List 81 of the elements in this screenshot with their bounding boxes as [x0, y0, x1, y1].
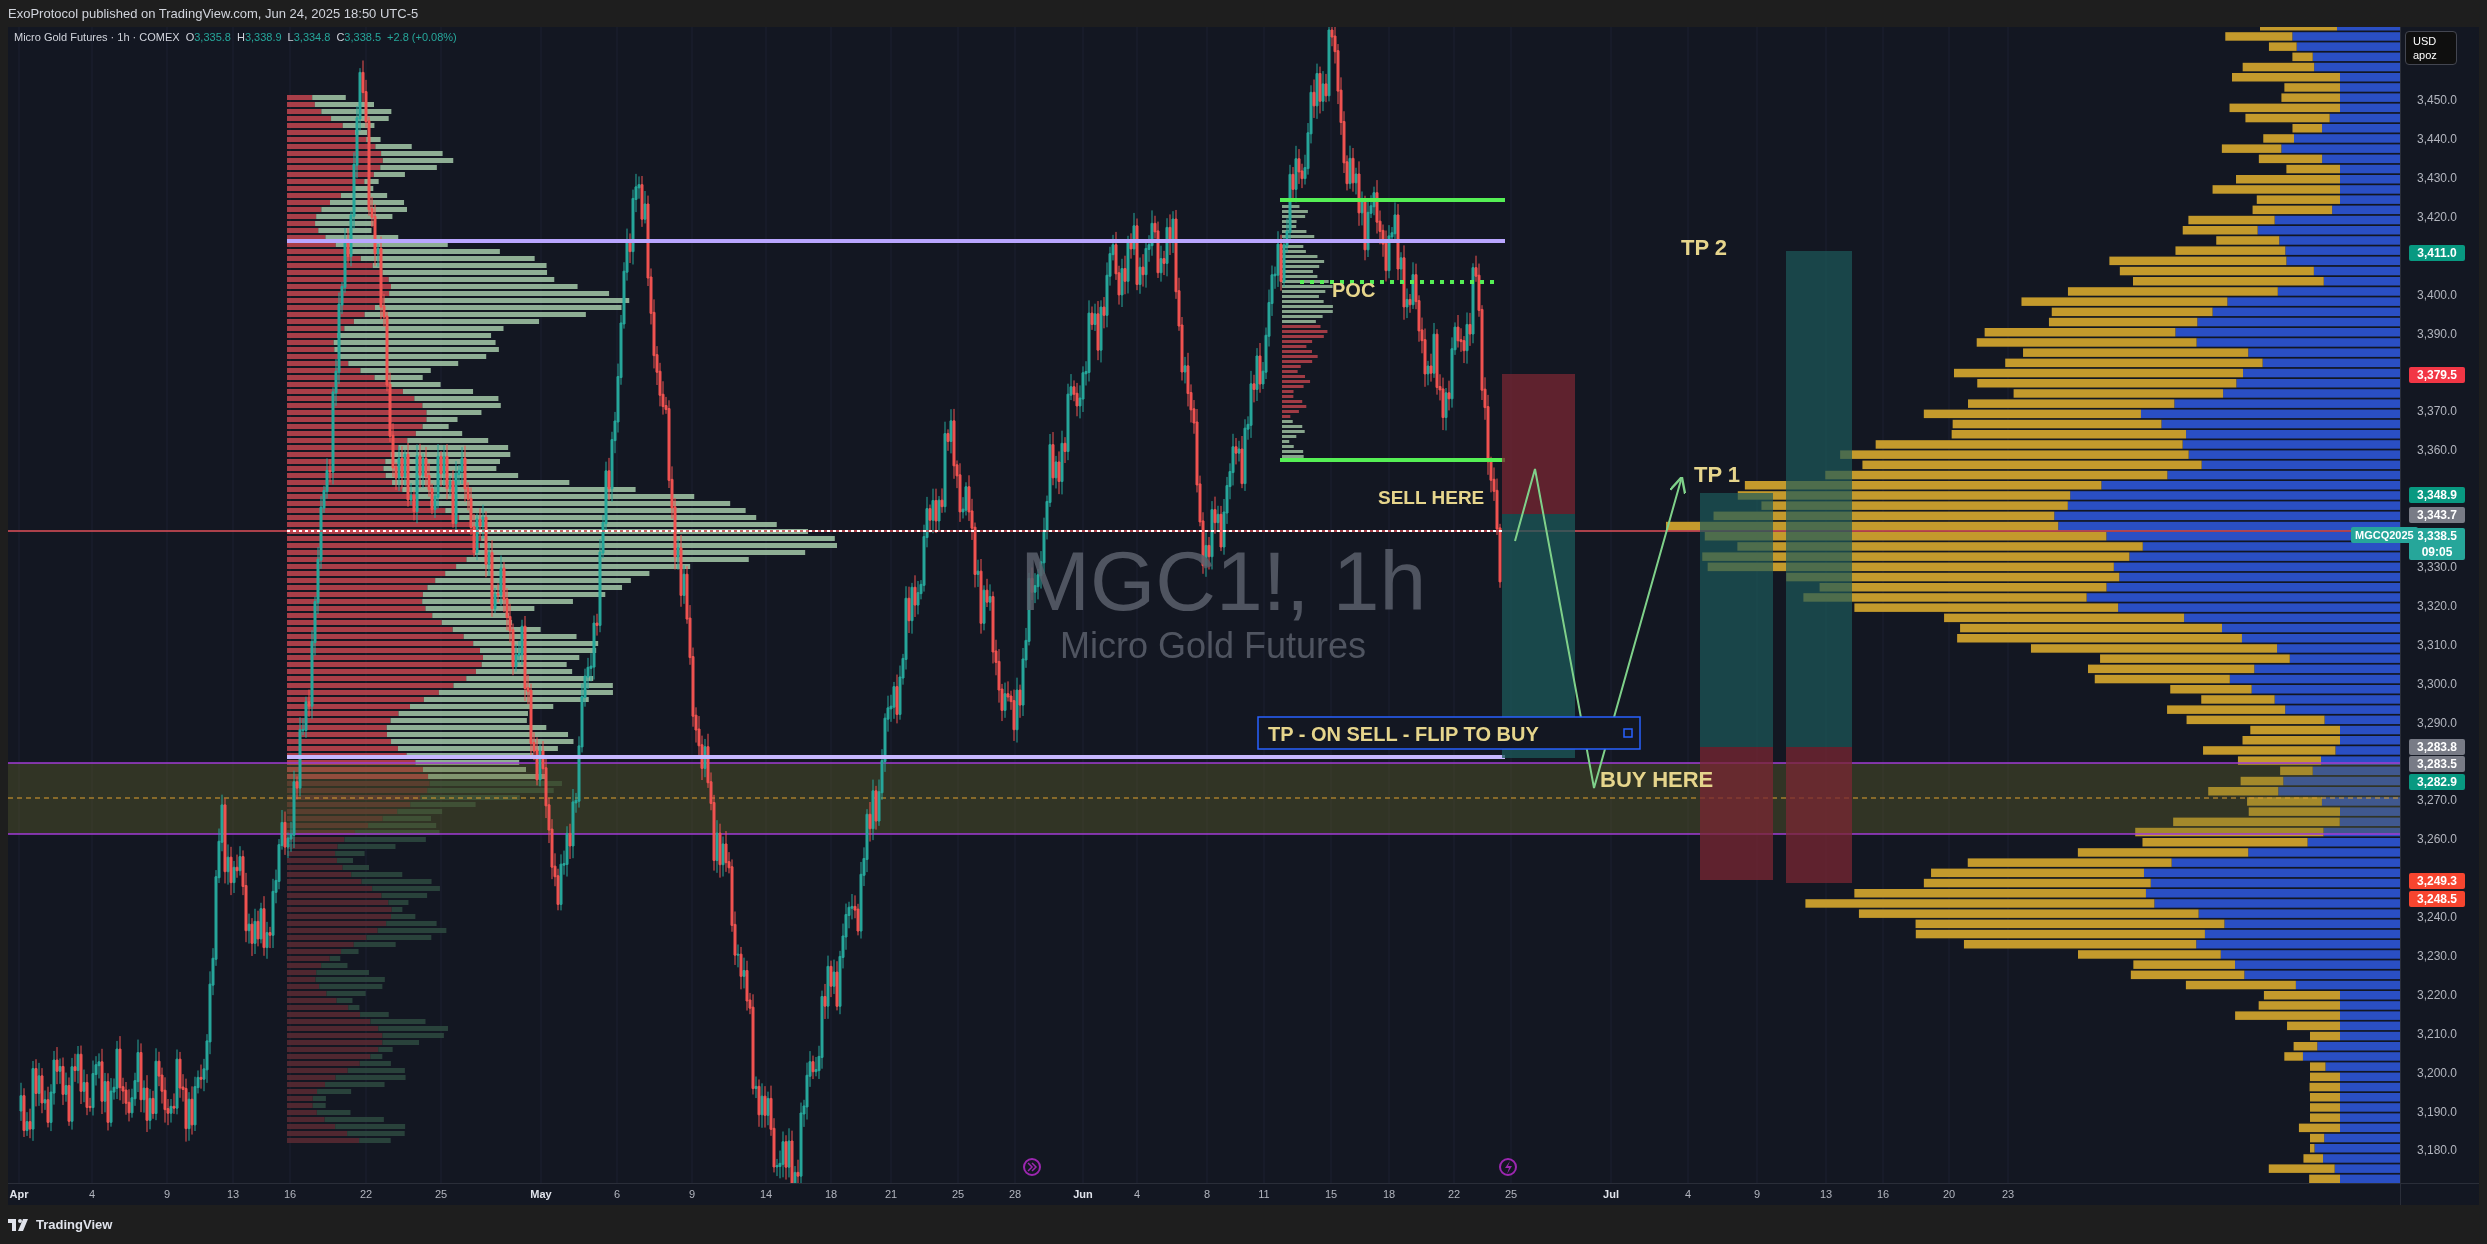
price-tick: 3,220.0 [2417, 987, 2458, 1002]
time-label: 13 [226, 1188, 240, 1200]
event-icon[interactable] [1023, 1158, 1041, 1176]
time-label: 9 [1753, 1188, 1761, 1200]
price-badge: 3,348.9 [2409, 487, 2465, 503]
price-badge: 3,379.5 [2409, 367, 2465, 383]
time-label: 8 [1203, 1188, 1211, 1200]
price-badge: 3,343.7 [2409, 507, 2465, 523]
time-label: 15 [1324, 1188, 1338, 1200]
annotation-label: TP 2 [1681, 235, 1728, 260]
price-tick: 3,270.0 [2417, 793, 2458, 808]
time-label: 4 [1133, 1188, 1141, 1200]
symbol-title: Micro Gold Futures · 1h · COMEX [14, 31, 180, 43]
time-label: Apr [9, 1188, 29, 1200]
price-tick: 3,450.0 [2417, 93, 2458, 108]
time-label: 25 [1504, 1188, 1518, 1200]
price-tick: 3,240.0 [2417, 910, 2458, 924]
price-badge: 3,411.0 [2409, 245, 2465, 261]
time-label: 23 [2001, 1188, 2015, 1200]
time-label: 16 [1876, 1188, 1890, 1200]
price-tick: 3,420.0 [2417, 209, 2458, 224]
price-tick: 3,180.0 [2417, 1143, 2458, 1158]
published-caption: ExoProtocol published on TradingView.com, Jun 24, 2025 18:50 UTC-5 [8, 6, 419, 21]
price-tick: 3,390.0 [2417, 326, 2458, 341]
price-tick: 3,200.0 [2417, 1065, 2458, 1080]
time-label: 4 [88, 1188, 96, 1200]
ohlc-value: O3,335.8 [185, 31, 231, 43]
time-label: May [530, 1188, 552, 1200]
annotation-label: SELL HERE [1378, 487, 1485, 508]
price-tick: 3,440.0 [2417, 132, 2458, 146]
price-tick: 3,370.0 [2417, 404, 2458, 419]
time-label: 22 [1447, 1188, 1461, 1200]
time-label: 11 [1258, 1188, 1270, 1200]
price-tick: 3,190.0 [2417, 1104, 2458, 1119]
time-label: Jul [1603, 1188, 1619, 1200]
annotation-label: TP - ON SELL - FLIP TO BUY [1257, 716, 1641, 750]
ohlc-value: C3,338.5 [336, 31, 382, 43]
time-label: 18 [824, 1188, 838, 1200]
time-label: 20 [1942, 1188, 1956, 1200]
price-tick: 3,290.0 [2417, 715, 2458, 730]
time-label: 4 [1684, 1188, 1692, 1200]
symbol-tag: MGCQ2025 [2351, 527, 2418, 543]
price-tick: 3,400.0 [2417, 287, 2458, 302]
price-badge: 3,282.9 [2409, 774, 2465, 790]
price-change: +2.8 (+0.08%) [387, 31, 457, 43]
annotation-label: POC [1332, 279, 1376, 301]
time-label: 6 [613, 1188, 621, 1200]
ohlc-value: H3,338.9 [236, 31, 282, 43]
price-tick: 3,260.0 [2417, 832, 2458, 847]
price-tick: 3,360.0 [2417, 443, 2458, 458]
price-badge: 3,283.8 [2409, 739, 2465, 755]
annotation-label: BUY HERE [1600, 767, 1714, 792]
event-icon[interactable] [1499, 1158, 1517, 1176]
logo-icon [8, 1218, 30, 1231]
price-tick: 3,320.0 [2417, 598, 2458, 613]
time-label: 9 [163, 1188, 171, 1200]
price-badge: 3,249.3 [2409, 873, 2465, 889]
price-tick: 3,330.0 [2417, 559, 2458, 574]
time-label: 16 [283, 1188, 297, 1200]
time-label: 22 [359, 1188, 373, 1200]
time-label: 28 [1008, 1188, 1022, 1200]
price-tick: 3,430.0 [2417, 170, 2458, 185]
price-badge: 3,283.5 [2409, 756, 2465, 772]
brand-name: TradingView [36, 1217, 113, 1232]
time-label: 25 [434, 1188, 448, 1200]
time-label: 14 [759, 1188, 773, 1200]
time-label: 13 [1819, 1188, 1833, 1200]
time-label: 18 [1382, 1188, 1396, 1200]
price-tick: 3,210.0 [2417, 1026, 2458, 1041]
time-label: 9 [688, 1188, 696, 1200]
time-label: Jun [1073, 1188, 1093, 1200]
name-watermark: Micro Gold Futures [1060, 625, 1367, 666]
price-tick: 3,230.0 [2417, 948, 2458, 963]
ohlc-value: L3,334.8 [287, 31, 331, 43]
currency-unit-button[interactable]: USD apoz [2405, 31, 2457, 65]
time-label: 21 [884, 1188, 898, 1200]
price-badge: 3,248.5 [2409, 891, 2465, 907]
price-tick: 3,300.0 [2417, 676, 2458, 691]
time-label: 25 [951, 1188, 965, 1200]
annotation-label: TP 1 [1694, 462, 1741, 487]
price-tick: 3,310.0 [2417, 637, 2458, 652]
